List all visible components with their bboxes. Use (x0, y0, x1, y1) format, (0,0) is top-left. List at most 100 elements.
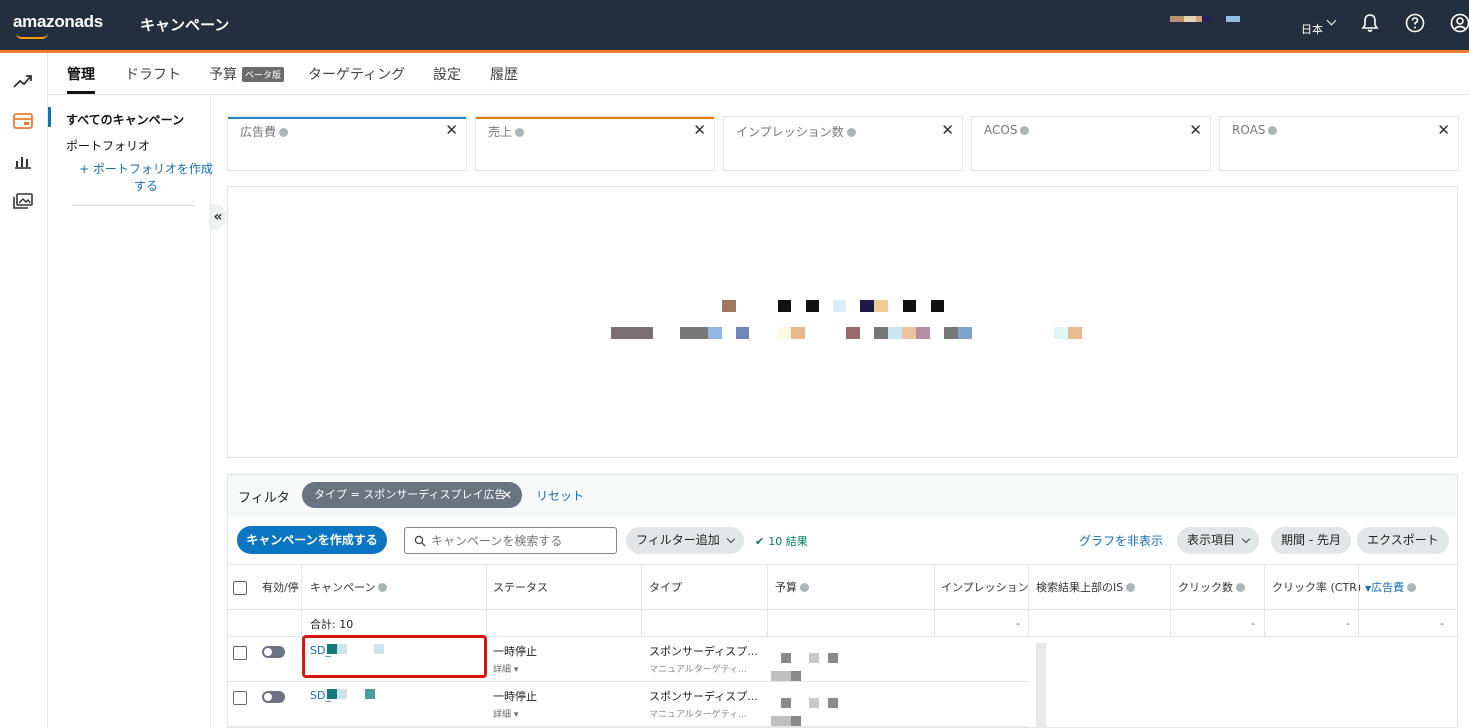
info-icon (1126, 583, 1136, 592)
bar-chart-icon[interactable] (12, 152, 34, 170)
campaign-type: スポンサーディスプ... (649, 690, 758, 703)
page-title: キャンペーン (140, 16, 230, 34)
filter-chip-label: タイプ = スポンサーディスプレイ広告 (314, 488, 506, 501)
date-range-button[interactable]: 期間 - 先月 (1271, 527, 1351, 554)
redacted-block (778, 300, 791, 312)
portfolio-sidebar: すべてのキャンペーン ポートフォリオ + ポートフォリオを作成する (48, 95, 213, 728)
tab-settings[interactable]: 設定 (433, 64, 461, 84)
redacted-block (874, 300, 888, 312)
metric-label: 売上 (488, 123, 525, 140)
info-icon (1407, 583, 1417, 592)
redacted-block (722, 300, 736, 312)
help-icon[interactable] (1404, 12, 1426, 34)
tab-drafts[interactable]: ドラフト (125, 64, 181, 84)
campaign-toggle[interactable] (262, 691, 285, 703)
redacted-block (902, 327, 916, 339)
campaign-toggle[interactable] (262, 646, 285, 658)
results-count: ✔ 10 結果 (755, 533, 808, 549)
column-header-impressions[interactable]: インプレッション (941, 579, 1029, 595)
collapse-sidebar-button[interactable]: « (209, 204, 227, 230)
sidebar-item-portfolio[interactable]: ポートフォリオ (66, 137, 150, 154)
close-icon[interactable]: ✕ (1189, 121, 1202, 139)
total-label: 合計: 10 (310, 618, 354, 631)
redacted-block (327, 689, 337, 699)
reset-filters-link[interactable]: リセット (536, 487, 584, 504)
column-header-label: 広告費 (1371, 581, 1405, 594)
total-spend: - (1440, 617, 1444, 630)
tab-targeting[interactable]: ターゲティング (308, 64, 405, 84)
close-icon[interactable]: ✕ (1437, 121, 1450, 139)
details-label: 詳細 (493, 665, 512, 675)
column-header-top-of-search-is[interactable]: 検索結果上部のIS (1036, 579, 1136, 595)
language-selector[interactable]: 日本 (1301, 21, 1323, 37)
redacted-block (365, 689, 375, 699)
metric-card-impressions[interactable]: インプレッション数 ✕ (723, 116, 963, 171)
details-link[interactable]: 詳細 ▾ (493, 707, 518, 720)
details-link[interactable]: 詳細 ▾ (493, 662, 518, 675)
table-row[interactable]: SD_ 一時停止 詳細 ▾ スポンサーディスプ... マニュアルターゲティ... (228, 682, 1028, 727)
column-header-enabled[interactable]: 有効/停 (262, 579, 299, 595)
active-tab-indicator (67, 91, 95, 94)
metric-label: インプレッション数 (736, 123, 856, 140)
column-header-type[interactable]: タイプ (649, 579, 682, 595)
redacted-block (791, 327, 805, 339)
media-library-icon[interactable] (12, 192, 34, 210)
account-icon[interactable] (1449, 12, 1469, 34)
column-divider (1170, 564, 1171, 636)
redacted-block (846, 327, 860, 339)
tab-management[interactable]: 管理 (67, 64, 95, 84)
column-header-spend[interactable]: ▼広告費 (1365, 579, 1417, 595)
column-header-budget[interactable]: 予算 (775, 579, 809, 595)
horizontal-scroll-region[interactable] (1036, 643, 1046, 728)
metric-card-spend[interactable]: 広告費 ✕ (227, 116, 467, 171)
campaign-icon[interactable] (12, 112, 34, 130)
hide-graph-link[interactable]: グラフを非表示 (1079, 532, 1163, 549)
redacted-block (781, 698, 791, 708)
select-all-checkbox[interactable] (233, 581, 247, 595)
targeting-type: マニュアルターゲティ... (649, 665, 747, 675)
close-icon[interactable]: ✕ (693, 121, 706, 139)
search-icon (414, 535, 426, 547)
create-portfolio-link[interactable]: + ポートフォリオを作成する (76, 161, 216, 195)
metric-card-sales[interactable]: 売上 ✕ (475, 116, 715, 171)
metric-label: 広告費 (240, 123, 289, 140)
metric-card-acos[interactable]: ACOS ✕ (971, 116, 1211, 171)
create-campaign-button[interactable]: キャンペーンを作成する (237, 526, 387, 554)
account-redacted-block (1184, 16, 1196, 22)
campaign-type: スポンサーディスプ... (649, 645, 758, 658)
campaign-status: 一時停止 (493, 690, 537, 703)
filter-chip-type[interactable]: タイプ = スポンサーディスプレイ広告 ✕ (302, 482, 522, 508)
campaign-status: 一時停止 (493, 645, 537, 658)
results-text: 10 結果 (768, 535, 808, 548)
bell-icon[interactable] (1359, 12, 1381, 34)
row-checkbox[interactable] (233, 691, 247, 705)
metric-color-bar (476, 117, 714, 119)
sidebar-item-all-campaigns[interactable]: すべてのキャンペーン (66, 111, 184, 128)
chevron-down-icon (1241, 534, 1251, 544)
column-header-status[interactable]: ステータス (493, 579, 548, 595)
metric-label: ACOS (984, 123, 1030, 137)
campaign-search-input[interactable] (404, 527, 617, 554)
details-label: 詳細 (493, 710, 512, 720)
total-ctr: - (1346, 617, 1350, 630)
close-icon[interactable]: ✕ (502, 482, 512, 508)
amazon-ads-logo[interactable]: amazonads (13, 12, 103, 32)
export-button[interactable]: エクスポート (1357, 527, 1449, 554)
close-icon[interactable]: ✕ (941, 121, 954, 139)
account-redacted-block (1202, 16, 1212, 22)
column-header-campaign[interactable]: キャンペーン (310, 579, 388, 595)
tab-history[interactable]: 履歴 (490, 64, 518, 84)
column-header-clicks[interactable]: クリック数 (1178, 579, 1245, 595)
add-filter-button[interactable]: フィルター追加 (626, 527, 744, 554)
highlight-annotation (302, 635, 487, 678)
row-checkbox[interactable] (233, 646, 247, 660)
close-icon[interactable]: ✕ (445, 121, 458, 139)
redacted-block (1068, 327, 1082, 339)
trend-icon[interactable] (12, 72, 34, 90)
columns-button[interactable]: 表示項目 (1177, 527, 1260, 554)
tab-budget[interactable]: 予算 (209, 64, 237, 84)
account-redacted-block (1226, 16, 1240, 22)
column-header-ctr[interactable]: クリック率 (CTR) (1272, 579, 1361, 595)
metric-card-roas[interactable]: ROAS ✕ (1219, 116, 1459, 171)
redacted-block (680, 327, 708, 339)
